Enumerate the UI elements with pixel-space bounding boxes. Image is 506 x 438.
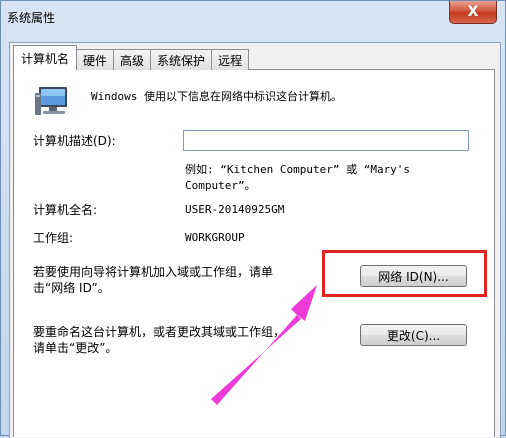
info-text: Windows 使用以下信息在网络中标识这台计算机。 (91, 90, 342, 103)
computer-description-input[interactable] (183, 130, 469, 151)
change-button[interactable]: 更改(C)... (360, 324, 467, 346)
tab-label: 硬件 (83, 53, 108, 68)
full-name-label: 计算机全名: (33, 203, 98, 217)
tab-hardware[interactable]: 硬件 (76, 49, 115, 70)
computer-icon (35, 87, 67, 115)
system-properties-window: 系统属性 X 计算机名 硬件 高级 系统保护 远程 Windows 使用以下信息… (0, 0, 506, 438)
tab-system-protection[interactable]: 系统保护 (150, 49, 213, 70)
description-example-line1: 例如: “Kitchen Computer” 或 “Mary's (185, 163, 411, 176)
tab-advanced[interactable]: 高级 (113, 49, 152, 70)
rename-help-line2: 请单击“更改”。 (33, 341, 118, 355)
network-help-line2: 击“网络 ID”。 (33, 281, 110, 295)
tab-label: 计算机名 (21, 51, 70, 66)
network-help-line1: 若要使用向导将计算机加入域或工作组，请单 (33, 265, 274, 279)
tab-remote[interactable]: 远程 (211, 49, 250, 70)
full-name-value: USER-20140925GM (185, 203, 285, 216)
change-button-label: 更改(C)... (386, 328, 441, 343)
tab-strip: 计算机名 硬件 高级 系统保护 远程 (13, 45, 250, 70)
description-example-line2: Computer”。 (185, 179, 256, 192)
tab-label: 高级 (120, 53, 145, 68)
tab-label: 远程 (218, 53, 243, 68)
rename-help-line1: 要重命名这台计算机，或者更改其域或工作组， (33, 325, 286, 339)
tab-label: 系统保护 (157, 53, 206, 68)
window-title: 系统属性 (7, 11, 56, 25)
tab-computer-name[interactable]: 计算机名 (13, 45, 78, 70)
workgroup-value: WORKGROUP (185, 231, 245, 244)
workgroup-label: 工作组: (33, 231, 74, 245)
close-icon: X (467, 4, 479, 20)
highlight-box (322, 250, 487, 297)
title-bar[interactable]: 系统属性 X (1, 1, 505, 35)
close-button[interactable]: X (449, 1, 497, 24)
description-label: 计算机描述(D): (33, 134, 116, 148)
